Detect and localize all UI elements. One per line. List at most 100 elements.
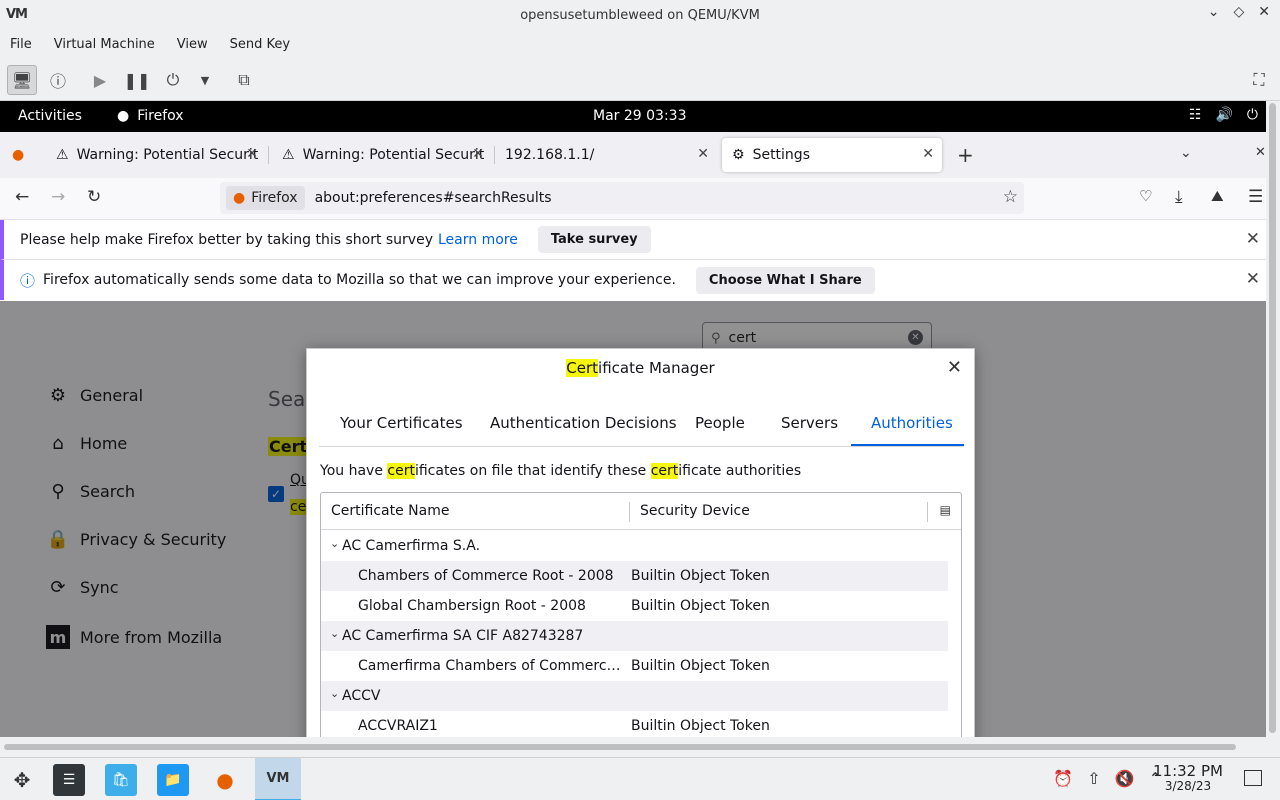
console-view-icon[interactable]: 🖥 bbox=[7, 65, 37, 95]
updates-icon[interactable]: ⇧ bbox=[1087, 769, 1100, 788]
group-name: AC Camerfirma SA CIF A82743287 bbox=[342, 628, 584, 644]
firefox-view-icon[interactable]: ● bbox=[12, 147, 24, 163]
tab-settings[interactable]: ⚙ Settings ✕ bbox=[722, 138, 942, 172]
system-settings-icon[interactable]: ☰ bbox=[53, 764, 85, 796]
app-menu[interactable]: ● Firefox bbox=[117, 108, 184, 124]
tree-cert-row[interactable]: Chambers of Commerce Root - 2008 Builtin… bbox=[321, 561, 948, 591]
virt-manager-logo: VM bbox=[6, 7, 28, 22]
power-menu-chevron-icon[interactable]: ▼ bbox=[192, 67, 218, 93]
choose-what-i-share-button[interactable]: Choose What I Share bbox=[695, 266, 875, 294]
tree-cert-row[interactable]: Global Chambersign Root - 2008 Builtin O… bbox=[321, 591, 948, 621]
take-survey-button[interactable]: Take survey bbox=[537, 226, 651, 253]
firefox-icon: ● bbox=[233, 190, 246, 206]
gnome-clock[interactable]: Mar 29 03:33 bbox=[593, 108, 686, 124]
pause-icon[interactable]: ❚❚ bbox=[124, 67, 151, 93]
extensions-icon[interactable]: ⛰ bbox=[1211, 187, 1224, 205]
close-notification-icon[interactable]: ✕ bbox=[1246, 269, 1260, 289]
tab-your-certificates[interactable]: Your Certificates bbox=[340, 414, 463, 432]
chevron-down-icon[interactable]: ⌄ bbox=[330, 687, 339, 700]
menu-file[interactable]: File bbox=[10, 37, 32, 52]
url-bar[interactable]: ● Firefox about:preferences#searchResult… bbox=[220, 182, 1024, 214]
close-icon[interactable]: ✕ bbox=[1258, 4, 1270, 20]
column-picker-icon[interactable]: ▤ bbox=[940, 503, 951, 517]
activities-button[interactable]: Activities bbox=[18, 108, 82, 124]
identity-box[interactable]: ● Firefox bbox=[226, 186, 305, 210]
show-desktop-icon[interactable] bbox=[1244, 770, 1262, 786]
tree-cert-row[interactable]: ACCVRAIZ1 Builtin Object Token bbox=[321, 711, 948, 737]
learn-more-link[interactable]: Learn more bbox=[438, 232, 518, 248]
forward-arrow-icon[interactable]: → bbox=[51, 187, 65, 207]
certificate-tree[interactable]: Certificate Name Security Device ▤ ⌄ AC … bbox=[320, 492, 962, 737]
guest-display[interactable]: Activities ● Firefox Mar 29 03:33 ☷ 🔊 ⏻ … bbox=[0, 101, 1266, 737]
hamburger-menu-icon[interactable]: ☰ bbox=[1248, 187, 1263, 207]
vm-titlebar: VM opensusetumbleweed on QEMU/KVM ⌄ ◇ ✕ bbox=[0, 0, 1280, 30]
list-all-tabs-chevron-icon[interactable]: ⌄ bbox=[1180, 145, 1192, 161]
column-certificate-name[interactable]: Certificate Name bbox=[331, 503, 449, 519]
cert-name: ACCVRAIZ1 bbox=[358, 718, 438, 734]
selected-tab-indicator bbox=[851, 444, 964, 446]
file-manager-icon[interactable]: 📁 bbox=[157, 764, 189, 796]
column-security-device[interactable]: Security Device bbox=[640, 503, 750, 519]
cert-device: Builtin Object Token bbox=[631, 658, 770, 674]
fullscreen-icon[interactable]: ⛶ bbox=[1246, 67, 1272, 93]
warning-icon: ⚠ bbox=[282, 147, 295, 163]
title-highlight: Cert bbox=[566, 359, 599, 377]
vm-toolbar: 🖥 ⓘ ▶ ❚❚ ⏻ ▼ ⧉ ⛶ bbox=[0, 58, 1280, 101]
menu-virtual-machine[interactable]: Virtual Machine bbox=[54, 37, 155, 52]
chevron-down-icon[interactable]: ⌄ bbox=[330, 537, 339, 550]
reload-icon[interactable]: ↻ bbox=[87, 187, 101, 207]
back-arrow-icon[interactable]: ← bbox=[15, 187, 29, 207]
tab-label: Warning: Potential Securit bbox=[76, 147, 259, 163]
discover-store-icon[interactable]: 🛍 bbox=[105, 764, 137, 796]
chevron-down-icon[interactable]: ⌄ bbox=[330, 627, 339, 640]
vertical-scrollbar[interactable] bbox=[1266, 101, 1280, 737]
tab-close-icon[interactable]: ✕ bbox=[472, 146, 484, 162]
maximize-icon[interactable]: ◇ bbox=[1233, 4, 1244, 20]
gnome-tray[interactable]: ☷ 🔊 ⏻ bbox=[1189, 107, 1258, 123]
tab-warning-1[interactable]: ⚠ Warning: Potential Securit ✕ bbox=[46, 138, 266, 172]
volume-muted-icon[interactable]: 🔇 bbox=[1115, 769, 1135, 788]
group-name: ACCV bbox=[342, 688, 381, 704]
info-icon: ⓘ bbox=[20, 271, 36, 290]
host-clock[interactable]: 11:32 PM 3/28/23 bbox=[1153, 764, 1223, 794]
notifications-icon[interactable]: ⏰ bbox=[1053, 769, 1073, 788]
tree-group-row[interactable]: ⌄ ACCV bbox=[321, 681, 948, 711]
data-notification: ⓘ Firefox automatically sends some data … bbox=[0, 260, 1266, 300]
tab-warning-2[interactable]: ⚠ Warning: Potential Securit ✕ bbox=[272, 138, 492, 172]
firefox-icon[interactable]: ● bbox=[209, 764, 241, 796]
pocket-icon[interactable]: ♡ bbox=[1139, 187, 1152, 205]
details-view-icon[interactable]: ⓘ bbox=[45, 67, 71, 93]
window-title: opensusetumbleweed on QEMU/KVM bbox=[520, 7, 760, 23]
tree-group-row[interactable]: ⌄ AC Camerfirma S.A. bbox=[321, 531, 948, 561]
clock-time: 11:32 PM bbox=[1153, 762, 1223, 780]
virt-manager-task-icon[interactable]: VM bbox=[255, 758, 301, 800]
tab-authentication-decisions[interactable]: Authentication Decisions bbox=[490, 414, 677, 432]
tab-close-icon[interactable]: ✕ bbox=[922, 146, 934, 162]
bookmark-star-icon[interactable]: ☆ bbox=[1003, 187, 1018, 207]
tab-people[interactable]: People bbox=[695, 414, 745, 432]
menu-send-key[interactable]: Send Key bbox=[230, 37, 290, 52]
downloads-icon[interactable]: ⤓ bbox=[1175, 187, 1183, 207]
menu-view[interactable]: View bbox=[177, 37, 208, 52]
tab-router[interactable]: 192.168.1.1/ ✕ bbox=[495, 138, 717, 172]
minimize-icon[interactable]: ⌄ bbox=[1208, 4, 1220, 20]
cert-name: Chambers of Commerce Root - 2008 bbox=[358, 568, 614, 584]
application-launcher-icon[interactable]: ✥ bbox=[6, 764, 38, 796]
snapshots-icon[interactable]: ⧉ bbox=[231, 67, 257, 93]
network-icon: ☷ bbox=[1188, 107, 1202, 123]
tree-group-row[interactable]: ⌄ AC Camerfirma SA CIF A82743287 bbox=[321, 621, 948, 651]
volume-icon: 🔊 bbox=[1215, 107, 1233, 123]
tab-authorities[interactable]: Authorities bbox=[871, 414, 953, 432]
tree-cert-row[interactable]: Camerfirma Chambers of Commerce Root Bui… bbox=[321, 651, 948, 681]
power-icon[interactable]: ⏻ bbox=[160, 67, 186, 93]
horizontal-scrollbar[interactable] bbox=[0, 737, 1280, 757]
close-notification-icon[interactable]: ✕ bbox=[1246, 229, 1260, 249]
tab-close-icon[interactable]: ✕ bbox=[246, 146, 258, 162]
run-icon[interactable]: ▶ bbox=[87, 67, 113, 93]
close-window-icon[interactable]: ✕ bbox=[1255, 145, 1266, 160]
url-text[interactable]: about:preferences#searchResults bbox=[315, 190, 552, 206]
close-dialog-icon[interactable]: ✕ bbox=[947, 357, 962, 378]
new-tab-plus-icon[interactable]: + bbox=[957, 143, 974, 167]
tab-servers[interactable]: Servers bbox=[781, 414, 838, 432]
tab-close-icon[interactable]: ✕ bbox=[697, 146, 709, 162]
